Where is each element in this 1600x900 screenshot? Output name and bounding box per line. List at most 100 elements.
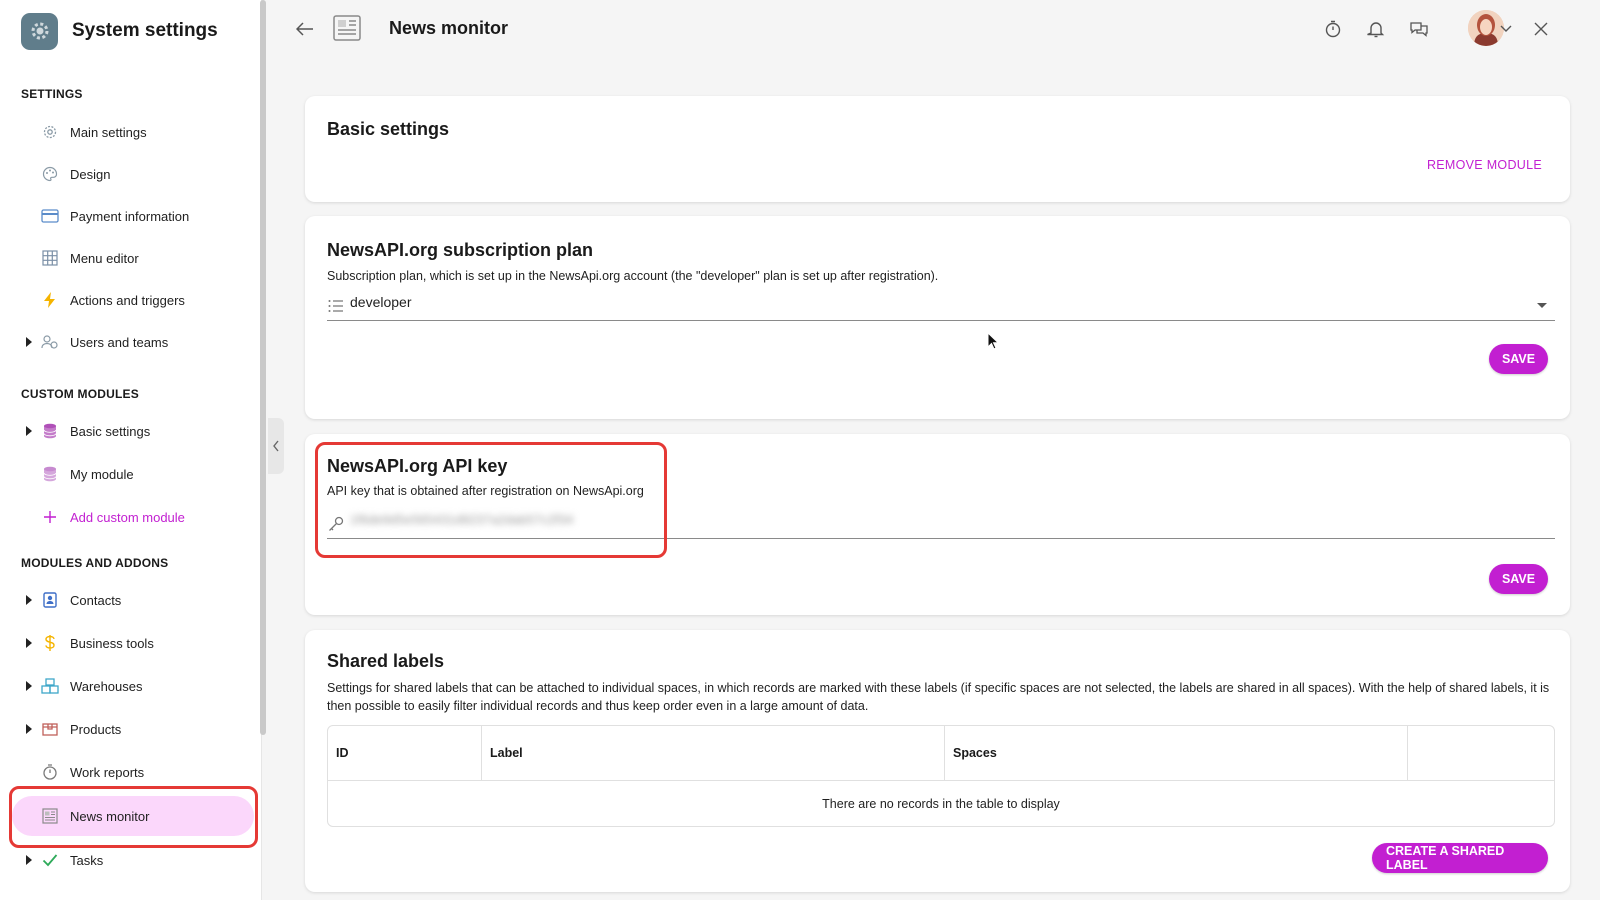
box-icon xyxy=(41,720,59,738)
chevron-left-icon xyxy=(273,440,279,452)
sidebar-item-label: Actions and triggers xyxy=(70,292,185,308)
card-title: NewsAPI.org API key xyxy=(327,456,508,476)
sidebar-item-business-tools[interactable]: Business tools xyxy=(12,623,254,663)
sidebar-item-users-and-teams[interactable]: Users and teams xyxy=(12,322,254,362)
sidebar-item-news-monitor[interactable]: News monitor xyxy=(12,796,254,836)
page-title: News monitor xyxy=(389,18,509,38)
sidebar-item-warehouses[interactable]: Warehouses xyxy=(12,666,254,706)
card-title: NewsAPI.org subscription plan xyxy=(327,240,594,260)
notifications-button[interactable] xyxy=(1363,16,1389,42)
bell-icon xyxy=(1367,22,1385,38)
check-icon xyxy=(41,851,59,869)
stopwatch-icon xyxy=(41,763,59,781)
credit-card-icon xyxy=(41,207,59,225)
card-title: Shared labels xyxy=(327,651,445,671)
card-shared-labels: Shared labels Settings for shared labels… xyxy=(305,630,1570,892)
expand-caret-icon[interactable] xyxy=(26,724,32,734)
plus-icon xyxy=(41,508,59,526)
chevron-down-icon xyxy=(1500,20,1512,38)
users-icon xyxy=(41,333,59,351)
close-button[interactable] xyxy=(1528,16,1554,42)
section-title-modules-and-addons: MODULES AND ADDONS xyxy=(21,556,169,570)
sidebar-item-label: Users and teams xyxy=(70,334,169,350)
close-icon xyxy=(1534,22,1548,36)
sidebar-item-label: Warehouses xyxy=(70,678,143,694)
card-description: Subscription plan, which is set up in th… xyxy=(327,269,939,283)
save-subscription-button[interactable]: SAVE xyxy=(1489,344,1548,374)
card-description: Settings for shared labels that can be a… xyxy=(327,681,1550,713)
card-subscription-plan: NewsAPI.org subscription plan Subscripti… xyxy=(305,216,1570,419)
gear-icon xyxy=(41,123,59,141)
column-header-label[interactable]: Label xyxy=(482,726,945,780)
section-title-settings: SETTINGS xyxy=(21,87,83,101)
sidebar-item-work-reports[interactable]: Work reports xyxy=(12,752,254,792)
arrow-left-icon xyxy=(296,22,313,36)
sidebar-item-label: Menu editor xyxy=(70,250,139,266)
lightning-icon xyxy=(41,291,59,309)
sidebar-item-payment-information[interactable]: Payment information xyxy=(12,196,254,236)
sidebar-header: System settings xyxy=(0,0,261,62)
expand-caret-icon[interactable] xyxy=(26,426,32,436)
chat-icon xyxy=(1410,22,1428,37)
api-key-value: 1f6de9d5e565431d9237a2dab57c2f34 xyxy=(350,512,574,527)
list-icon xyxy=(327,297,345,315)
timer-button[interactable] xyxy=(1320,16,1346,42)
sidebar-item-label: Contacts xyxy=(70,592,122,608)
database-icon xyxy=(41,422,59,440)
subscription-plan-select[interactable]: developer xyxy=(327,291,1555,321)
back-button[interactable] xyxy=(292,16,318,42)
select-value: developer xyxy=(350,294,412,310)
expand-caret-icon[interactable] xyxy=(26,337,32,347)
create-shared-label-button[interactable]: CREATE A SHARED LABEL xyxy=(1372,843,1548,873)
sidebar-item-my-module[interactable]: My module xyxy=(12,454,254,494)
top-bar: News monitor xyxy=(270,0,1600,58)
newspaper-icon xyxy=(332,13,362,43)
sidebar-item-contacts[interactable]: Contacts xyxy=(12,580,254,620)
expand-caret-icon[interactable] xyxy=(26,595,32,605)
chat-button[interactable] xyxy=(1406,16,1432,42)
contacts-icon xyxy=(41,591,59,609)
expand-caret-icon[interactable] xyxy=(26,638,32,648)
column-header-id[interactable]: ID xyxy=(328,726,482,780)
newspaper-icon xyxy=(41,807,59,825)
expand-caret-icon[interactable] xyxy=(26,855,32,865)
sidebar-item-basic-settings[interactable]: Basic settings xyxy=(12,411,254,451)
sidebar-item-label: Design xyxy=(70,166,111,182)
card-api-key: NewsAPI.org API key API key that is obta… xyxy=(305,434,1570,615)
palette-icon xyxy=(41,165,59,183)
sidebar-item-label: My module xyxy=(70,466,134,482)
warehouse-icon xyxy=(41,677,59,695)
app-title: System settings xyxy=(72,20,218,41)
sidebar-item-main-settings[interactable]: Main settings xyxy=(12,112,254,152)
expand-caret-icon[interactable] xyxy=(26,681,32,691)
remove-module-button[interactable]: REMOVE MODULE xyxy=(1427,158,1542,172)
dropdown-arrow-icon xyxy=(1537,303,1547,308)
sidebar-item-design[interactable]: Design xyxy=(12,154,254,194)
sidebar-item-label: Work reports xyxy=(70,764,145,780)
card-description: API key that is obtained after registrat… xyxy=(327,484,644,498)
card-title: Basic settings xyxy=(327,119,450,139)
sidebar-item-label: Main settings xyxy=(70,124,147,140)
sidebar-scrollbar[interactable] xyxy=(260,0,266,735)
sidebar-item-actions-and-triggers[interactable]: Actions and triggers xyxy=(12,280,254,320)
sidebar-item-products[interactable]: Products xyxy=(12,709,254,749)
column-header-actions xyxy=(1408,726,1554,780)
sidebar-item-label: News monitor xyxy=(70,808,150,824)
sidebar-item-tasks[interactable]: Tasks xyxy=(12,840,254,880)
sidebar-collapse-button[interactable] xyxy=(268,418,284,474)
avatar-dropdown-button[interactable] xyxy=(1478,16,1512,42)
sidebar-item-menu-editor[interactable]: Menu editor xyxy=(12,238,254,278)
stopwatch-icon xyxy=(1325,20,1341,38)
sidebar-item-label: Products xyxy=(70,721,122,737)
grid-icon xyxy=(41,249,59,267)
card-basic-settings: Basic settings REMOVE MODULE xyxy=(305,96,1570,202)
api-key-input[interactable]: 1f6de9d5e565431d9237a2dab57c2f34 xyxy=(327,509,1555,539)
dollar-icon xyxy=(41,634,59,652)
shared-labels-table: ID Label Spaces There are no records in … xyxy=(327,725,1555,827)
mouse-cursor-icon xyxy=(987,331,1000,355)
column-header-spaces[interactable]: Spaces xyxy=(945,726,1408,780)
section-title-custom-modules: CUSTOM MODULES xyxy=(21,387,139,401)
sidebar-item-add-custom-module[interactable]: Add custom module xyxy=(12,497,254,537)
save-api-key-button[interactable]: SAVE xyxy=(1489,564,1548,594)
sidebar-item-label: Basic settings xyxy=(70,423,151,439)
